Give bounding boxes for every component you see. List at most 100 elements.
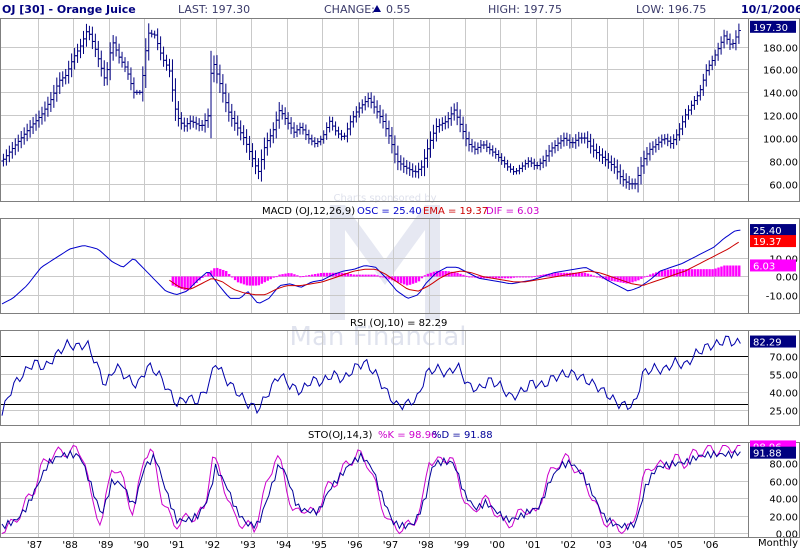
price-bar	[419, 160, 424, 177]
chart-container: OJ [30] - Orange Juice LAST: 197.30 CHAN…	[0, 0, 800, 550]
macd-hist-bar	[361, 274, 364, 277]
price-bar	[194, 116, 199, 130]
price-bar	[351, 110, 356, 128]
macd-hist-bar	[512, 276, 516, 278]
x-tick-label: '87	[27, 540, 42, 550]
price-bar	[440, 117, 445, 132]
price-bar	[452, 103, 457, 121]
rsi-tick-label: 25.00	[769, 407, 798, 418]
price-bar	[511, 165, 516, 175]
price-bar	[327, 116, 332, 133]
macd-hist-bar	[308, 275, 311, 277]
price-frame	[0, 18, 800, 202]
price-bar	[561, 132, 566, 147]
macd-hist-bar	[287, 273, 290, 277]
price-bar	[217, 64, 222, 94]
price-bar	[555, 137, 560, 152]
price-bar	[671, 134, 676, 149]
price-bar	[120, 51, 125, 68]
price-bar	[164, 54, 169, 71]
macd-hist-bar	[714, 268, 717, 277]
price-bar	[487, 142, 492, 155]
price-bar	[223, 83, 228, 113]
price-bar	[502, 156, 507, 168]
macd-hist-bar	[622, 276, 625, 283]
macd-hist-bar	[649, 274, 652, 277]
x-tick-label: '90	[134, 540, 149, 550]
x-tick-label: '95	[312, 540, 327, 550]
price-bar	[710, 55, 715, 71]
price-bar	[547, 144, 552, 162]
price-bar	[363, 96, 368, 111]
price-bar	[576, 131, 581, 147]
macd-hist-bar	[459, 273, 462, 277]
price-bar	[594, 143, 599, 160]
macd-hist-bar	[296, 275, 299, 277]
price-bar	[544, 149, 549, 167]
macd-hist-bar	[456, 272, 459, 277]
stochastic-pane: 80.0060.0040.0020.000.0098.9691.88	[0, 440, 800, 541]
macd-hist-bar	[248, 276, 252, 286]
price-bar	[624, 173, 629, 189]
macd-hist-bar	[521, 276, 524, 278]
x-tick-label: '99	[454, 540, 469, 550]
price-bar	[383, 113, 388, 137]
price-bar	[653, 138, 658, 153]
price-bar	[636, 166, 641, 193]
price-bar	[627, 175, 632, 191]
macd-legend: MACD (OJ,12,26,9) OSC = 25.40 EMA = 19.3…	[262, 206, 539, 217]
macd-hist-bar	[171, 276, 175, 286]
macd-hist-bar	[364, 274, 367, 277]
price-bar	[615, 159, 620, 180]
price-bar	[84, 23, 89, 47]
macd-hist-bar	[227, 274, 231, 277]
x-tick-label: '91	[169, 540, 184, 550]
macd-hist-bar	[497, 276, 501, 279]
price-bar	[220, 74, 225, 103]
x-tick-label: '94	[276, 540, 291, 550]
macd-hist-bar	[527, 276, 530, 278]
macd-hist-bar	[468, 276, 471, 278]
macd-hist-bar	[723, 265, 726, 277]
sto-tick-label: 60.00	[769, 478, 798, 489]
macd-hist-bar	[405, 276, 409, 286]
price-tick-label: 80.00	[769, 158, 798, 169]
macd-hist-bar	[245, 276, 249, 286]
price-bar	[564, 132, 569, 146]
price-bar	[692, 95, 697, 110]
macd-hist-bar	[666, 269, 670, 277]
price-bar	[185, 117, 190, 132]
x-axis: '87 '88 '89 '90 '91 '92 '93 '94 '95 '96 '97 '98 '99 '…	[0, 537, 800, 550]
price-bar	[722, 29, 727, 49]
price-bar	[155, 28, 160, 51]
price-bar	[612, 157, 617, 174]
macd-hist-bar	[506, 276, 510, 279]
price-bar	[467, 131, 472, 152]
macd-hist-bar	[204, 275, 207, 277]
sto-d-line	[1, 449, 741, 531]
macd-hist-bar	[325, 272, 329, 277]
price-last-value-text: 197.30	[753, 23, 788, 34]
macd-hist-bar	[322, 272, 326, 277]
price-bar	[238, 120, 243, 141]
price-bar	[558, 135, 563, 149]
price-pane: 180.00 160.00 140.00 120.00 100.00 80.00 60.00…	[0, 18, 800, 202]
price-bar	[226, 93, 231, 122]
sto-k-line	[1, 444, 741, 535]
price-bar	[232, 110, 237, 131]
macd-hist-bar	[705, 269, 708, 277]
x-tick-label: '98	[418, 540, 433, 550]
macd-hist-bar	[213, 268, 216, 277]
price-bar	[131, 77, 136, 99]
price-bar	[253, 150, 258, 175]
macd-ema-label: EMA = 19.37	[423, 206, 488, 217]
price-bar	[443, 115, 448, 130]
price-bar	[330, 116, 335, 131]
price-bar	[66, 60, 71, 84]
sto-frame	[0, 442, 800, 538]
macd-hist-bar	[423, 275, 427, 277]
price-bar	[191, 115, 196, 128]
rsi-tick-label: 55.00	[769, 371, 798, 382]
price-tick-label: 60.00	[769, 181, 798, 192]
macd-hist-bar	[453, 272, 456, 277]
